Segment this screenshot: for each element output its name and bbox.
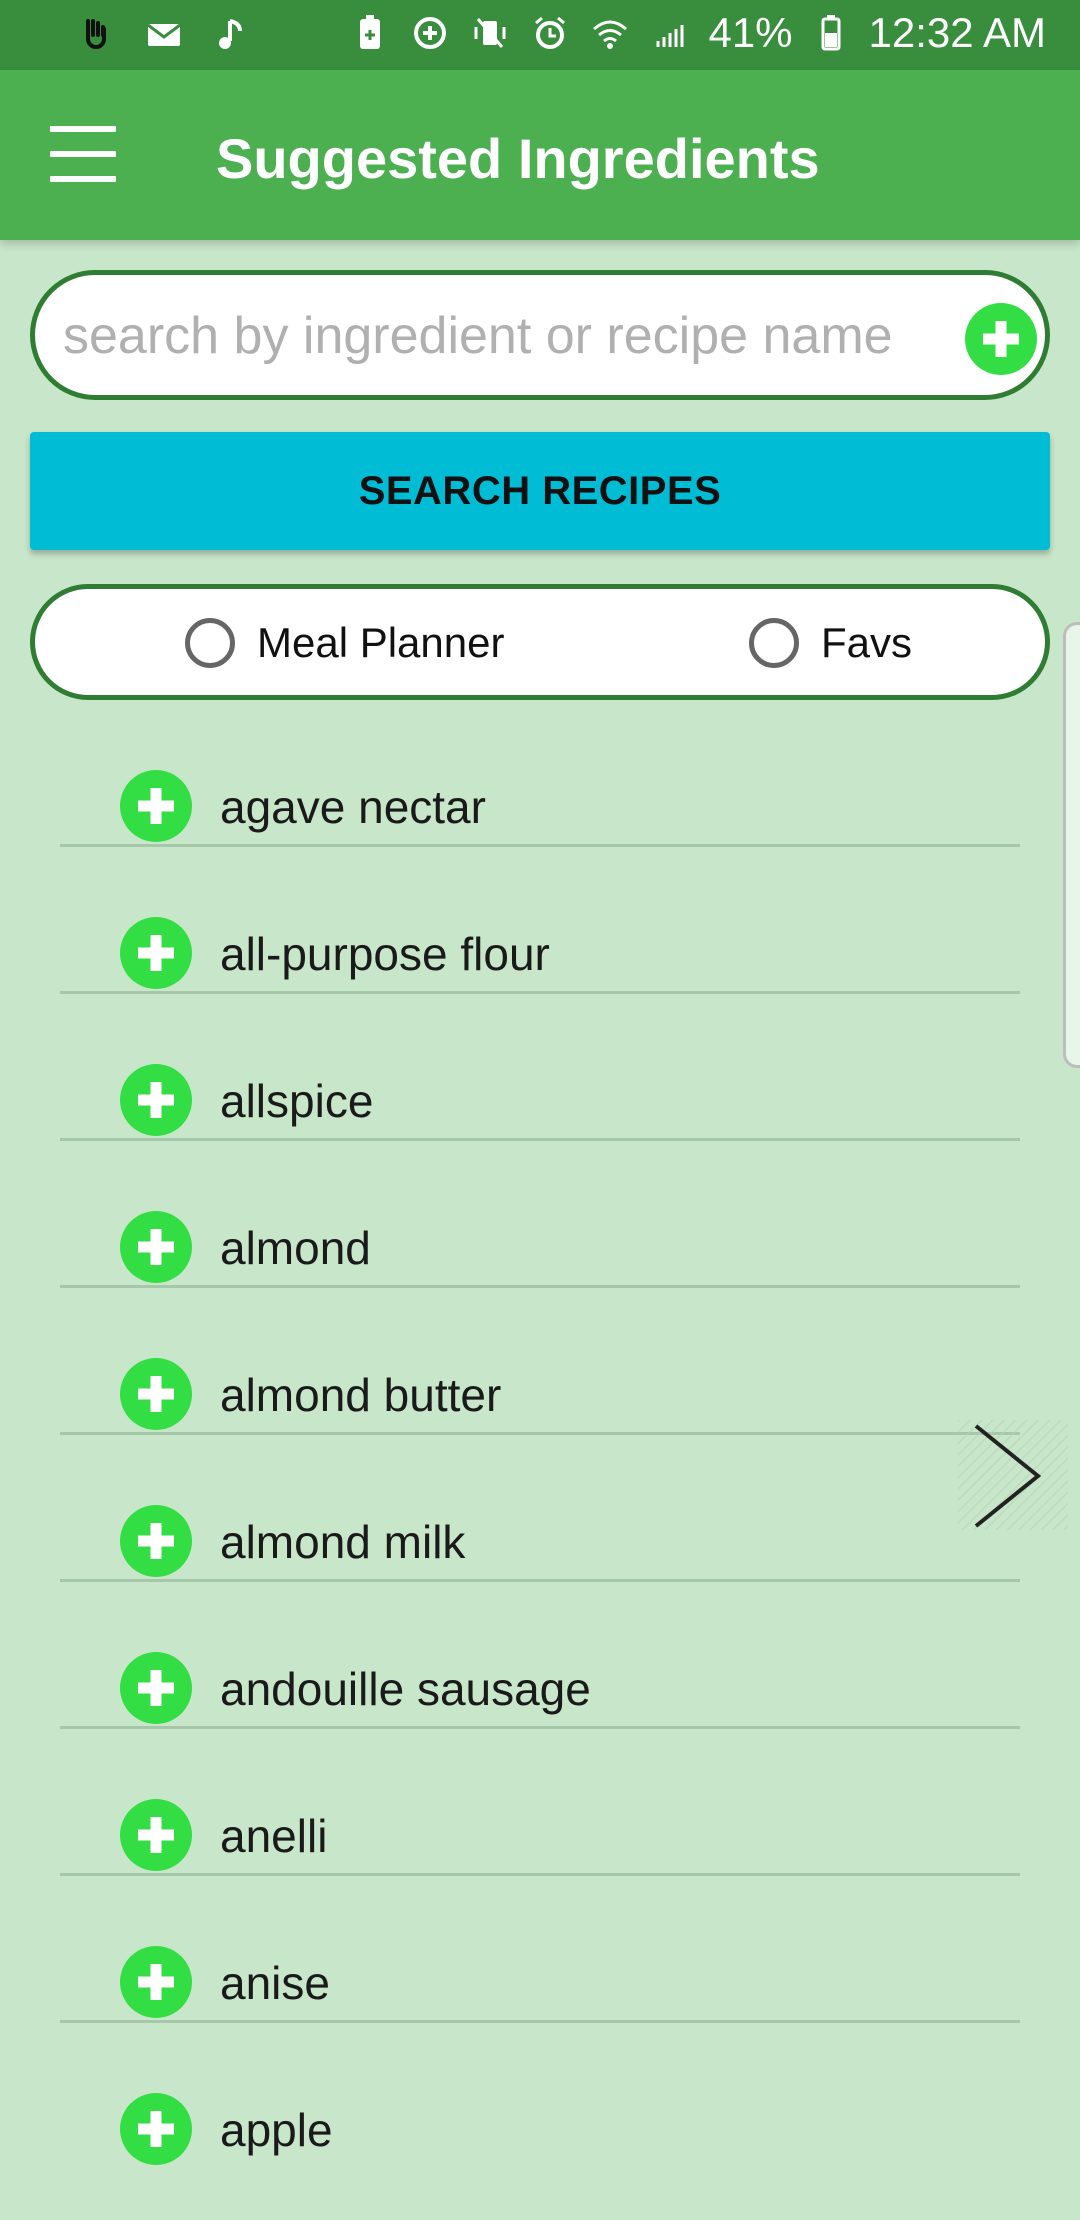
list-item[interactable]: almond <box>60 1141 1020 1288</box>
search-input[interactable] <box>61 295 965 377</box>
list-item[interactable]: agave nectar <box>60 700 1020 847</box>
ingredient-name: almond butter <box>220 1369 502 1421</box>
search-recipes-button[interactable]: SEARCH RECIPES <box>30 432 1050 550</box>
list-item[interactable]: all-purpose flour <box>60 847 1020 994</box>
ingredient-list: agave nectar all-purpose flour allspice … <box>60 700 1020 2170</box>
music-icon <box>210 10 254 60</box>
ingredient-name: almond milk <box>220 1516 466 1568</box>
list-item[interactable]: anelli <box>60 1729 1020 1876</box>
vibrate-icon <box>468 8 512 58</box>
status-time: 12:32 AM <box>868 9 1046 56</box>
list-item[interactable]: andouille sausage <box>60 1582 1020 1729</box>
add-ingredient-icon[interactable] <box>120 2093 192 2165</box>
app-bar: Suggested Ingredients <box>0 70 1080 240</box>
meal-planner-label: Meal Planner <box>257 619 505 666</box>
mail-icon <box>142 10 186 60</box>
favs-radio[interactable]: Favs <box>749 613 912 673</box>
ingredient-name: almond <box>220 1222 371 1274</box>
list-item[interactable]: almond butter <box>60 1288 1020 1435</box>
ingredient-name: all-purpose flour <box>220 928 550 980</box>
add-ingredient-icon[interactable] <box>120 1799 192 1871</box>
add-ingredient-icon[interactable] <box>120 770 192 842</box>
ingredient-name: agave nectar <box>220 781 486 833</box>
status-bar-right: 41% 12:32 AM <box>348 8 1046 58</box>
search-field <box>30 270 1050 400</box>
filter-toggle-group: Meal Planner Favs <box>30 584 1050 700</box>
wifi-icon <box>588 8 632 58</box>
ingredient-name: anelli <box>220 1810 328 1862</box>
add-ingredient-icon[interactable] <box>120 1946 192 2018</box>
list-item[interactable]: apple <box>60 2023 1020 2170</box>
battery-percent: 41% <box>708 9 793 56</box>
battery-saver-icon <box>348 8 392 58</box>
signal-icon <box>648 8 692 58</box>
add-ingredient-icon[interactable] <box>120 1064 192 1136</box>
hamburger-menu-icon[interactable] <box>50 126 116 182</box>
add-ingredient-icon[interactable] <box>120 1358 192 1430</box>
plus-circle-icon[interactable] <box>965 303 1037 375</box>
ingredient-name: anise <box>220 1957 330 2009</box>
ingredient-name: apple <box>220 2104 333 2156</box>
radio-circle-icon <box>185 618 235 668</box>
list-item[interactable]: almond milk <box>60 1435 1020 1582</box>
list-item[interactable]: anise <box>60 1876 1020 2023</box>
sync-icon <box>408 8 452 58</box>
status-bar-left <box>74 10 254 60</box>
alarm-icon <box>528 8 572 58</box>
add-ingredient-icon[interactable] <box>120 1211 192 1283</box>
add-ingredient-icon[interactable] <box>120 917 192 989</box>
meal-planner-radio[interactable]: Meal Planner <box>185 613 504 673</box>
ingredient-name: andouille sausage <box>220 1663 591 1715</box>
status-bar: 41% 12:32 AM <box>0 0 1080 70</box>
page-title: Suggested Ingredients <box>216 127 820 190</box>
radio-circle-icon <box>749 618 799 668</box>
add-ingredient-icon[interactable] <box>120 1652 192 1724</box>
chevron-right-icon[interactable] <box>958 1420 1068 1530</box>
battery-icon <box>809 8 853 58</box>
hand-icon <box>74 10 118 60</box>
favs-label: Favs <box>821 619 913 666</box>
ingredient-name: allspice <box>220 1075 374 1127</box>
drawer-handle[interactable] <box>1063 622 1080 1068</box>
list-item[interactable]: allspice <box>60 994 1020 1141</box>
add-ingredient-icon[interactable] <box>120 1505 192 1577</box>
